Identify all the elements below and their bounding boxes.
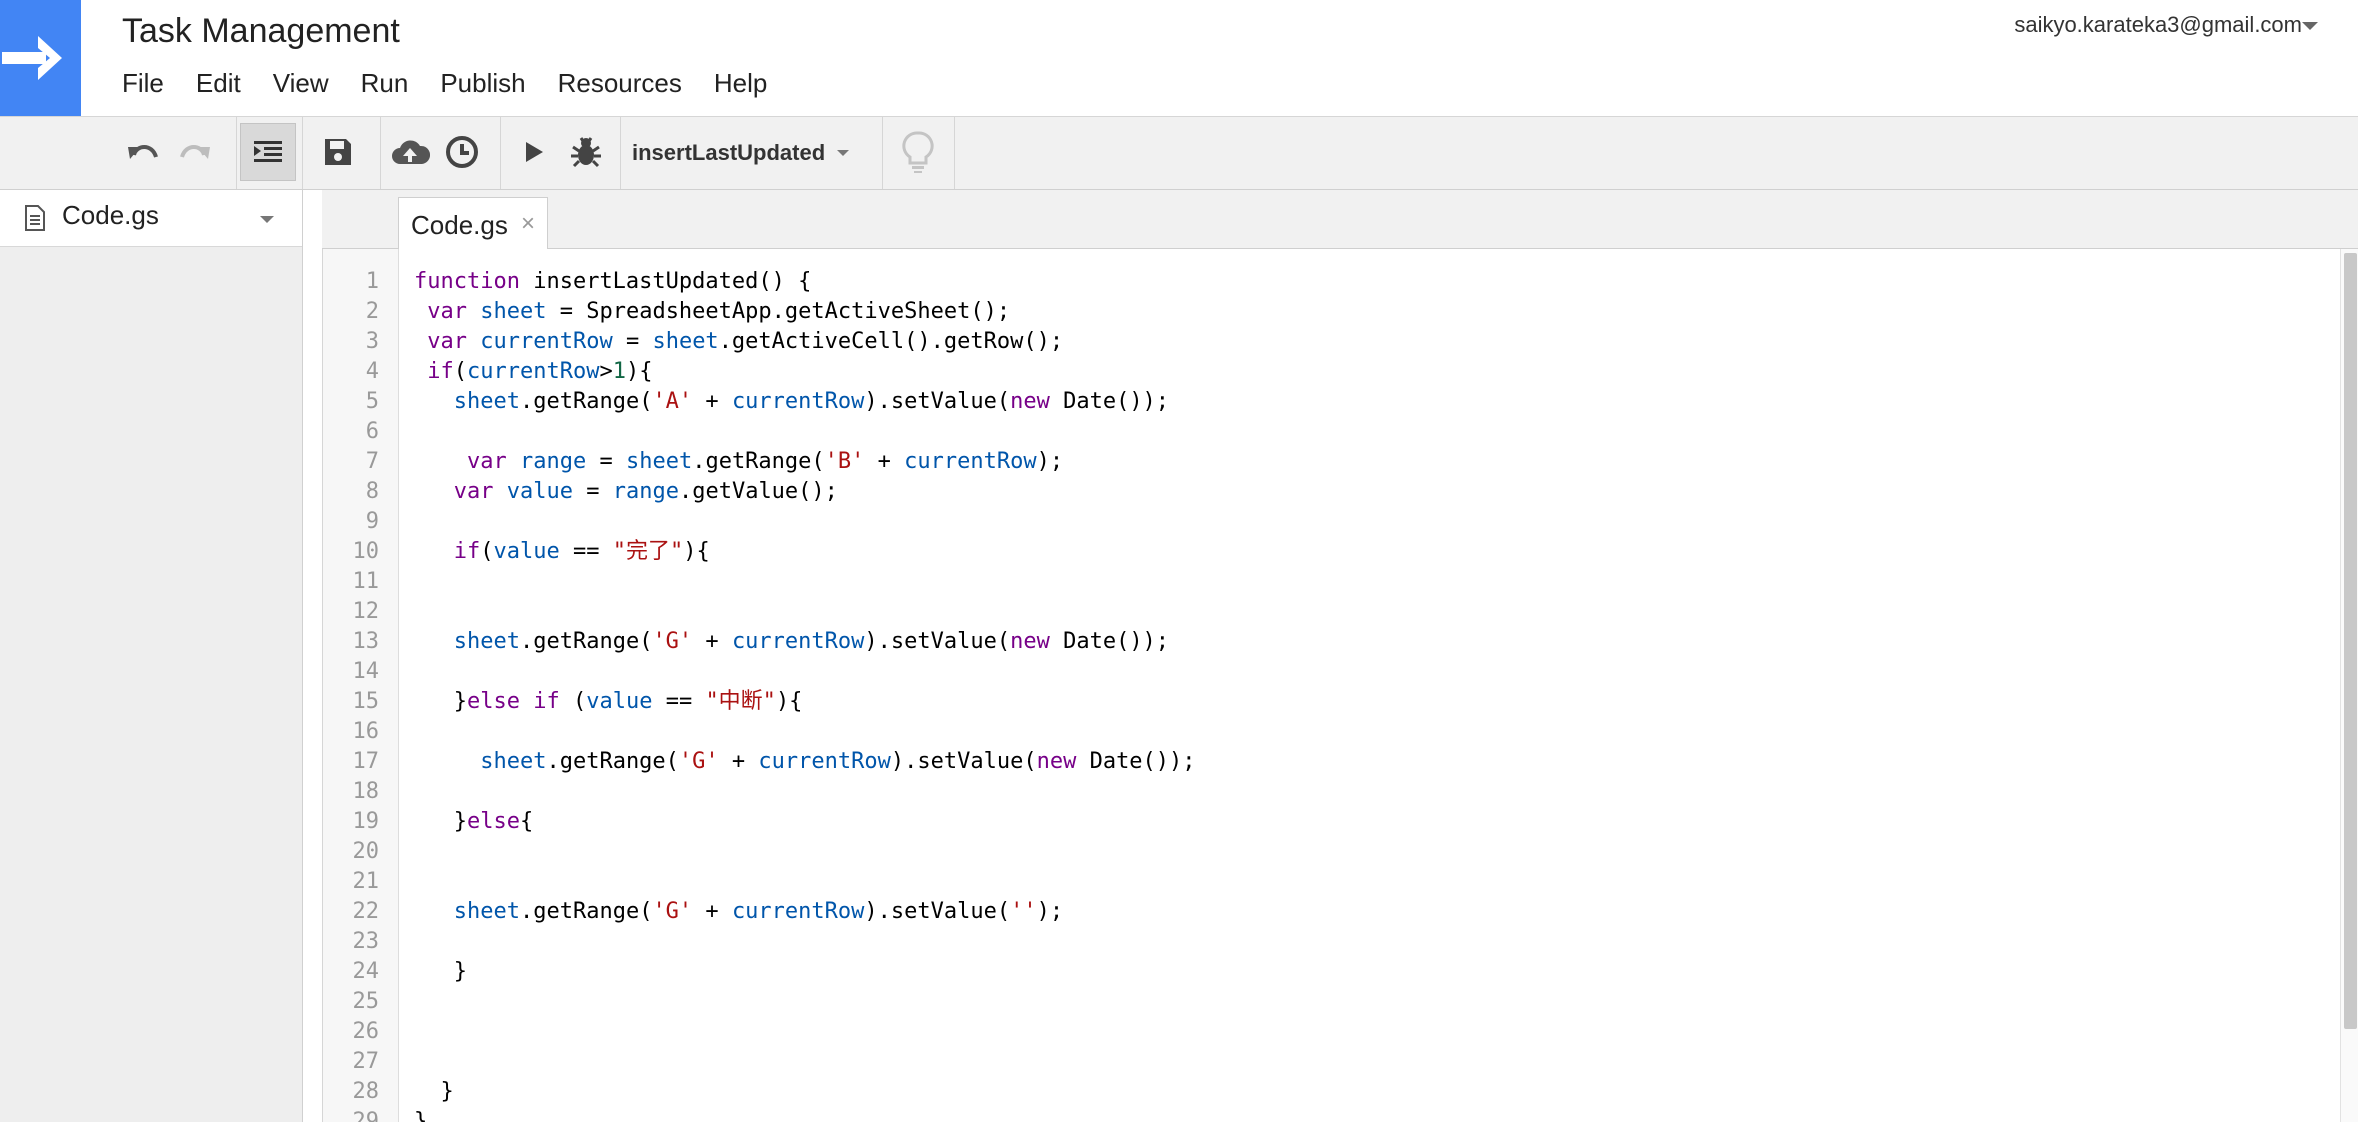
editor-tab-strip: Code.gs ×	[322, 190, 2358, 249]
line-numbers: 1 2 3 4 5 6 7 8 9 10 11 12 13 14 15 16 1…	[352, 269, 380, 1122]
chevron-down-icon	[837, 150, 850, 156]
sidebar-file-item[interactable]: Code.gs	[0, 190, 302, 247]
code-line[interactable]: ​	[414, 507, 1196, 537]
code-line[interactable]: var range = sheet.getRange('B' + current…	[414, 447, 1196, 477]
debug-bug-icon	[571, 137, 601, 168]
undo-button[interactable]	[115, 123, 171, 181]
code-line[interactable]: var sheet = SpreadsheetApp.getActiveShee…	[414, 297, 1196, 327]
code-line[interactable]: if(value == "完了"){	[414, 537, 1196, 567]
menu-file[interactable]: File	[106, 66, 180, 101]
toolbar-divider	[620, 117, 621, 189]
toolbar-divider	[236, 117, 237, 189]
account-email[interactable]: saikyo.karateka3@gmail.com	[2014, 12, 2302, 38]
menu-bar: File Edit View Run Publish Resources Hel…	[106, 66, 783, 101]
triggers-button[interactable]	[434, 123, 490, 181]
menu-run[interactable]: Run	[345, 66, 425, 101]
code-line[interactable]: }else if (value == "中断"){	[414, 687, 1196, 717]
code-line[interactable]: ​	[414, 657, 1196, 687]
code-editor[interactable]: 1 2 3 4 5 6 7 8 9 10 11 12 13 14 15 16 1…	[322, 249, 2358, 1122]
code-line[interactable]: ​	[414, 987, 1196, 1017]
save-icon	[325, 139, 351, 165]
code-line[interactable]: sheet.getRange('G' + currentRow).setValu…	[414, 747, 1195, 777]
project-title[interactable]: Task Management	[122, 12, 400, 51]
code-line[interactable]: ​	[414, 717, 1196, 747]
code-line[interactable]: function insertLastUpdated() {	[414, 267, 1196, 297]
code-line[interactable]: ​	[414, 1047, 1196, 1077]
toolbar-divider	[302, 117, 303, 189]
toolbar-divider	[500, 117, 501, 189]
code-line[interactable]: sheet.getRange('A' + currentRow).setValu…	[414, 387, 1196, 417]
code-line[interactable]: ​	[414, 567, 1196, 597]
tab-code-gs[interactable]: Code.gs ×	[398, 197, 548, 249]
toolbar-divider	[882, 117, 883, 189]
code-line[interactable]: }	[414, 1077, 1196, 1107]
clock-trigger-icon	[446, 136, 478, 168]
account-dropdown-icon[interactable]	[2302, 22, 2318, 30]
code-line[interactable]: var currentRow = sheet.getActiveCell().g…	[414, 327, 1196, 357]
code-line[interactable]: sheet.getRange('G' + currentRow).setValu…	[414, 627, 1196, 657]
code-line[interactable]: ​	[414, 927, 1196, 957]
menu-help[interactable]: Help	[698, 66, 783, 101]
indent-toggle-button[interactable]	[240, 123, 296, 181]
debug-button[interactable]	[558, 123, 614, 181]
function-select[interactable]: insertLastUpdated	[632, 135, 850, 171]
code-line[interactable]: }	[414, 1107, 1196, 1122]
close-icon[interactable]: ×	[521, 210, 535, 238]
document-icon	[25, 205, 45, 231]
toolbar-divider	[380, 117, 381, 189]
code-line[interactable]: var value = range.getValue();	[414, 477, 1196, 507]
code-line[interactable]: ​	[414, 1017, 1196, 1047]
code-line[interactable]: if(currentRow>1){	[414, 357, 1196, 387]
undo-icon	[128, 145, 158, 159]
lightbulb-icon	[902, 131, 934, 173]
redo-button[interactable]	[167, 123, 223, 181]
indent-icon	[254, 141, 282, 162]
toolbar: insertLastUpdated	[0, 117, 2358, 190]
file-sidebar: Code.gs	[0, 190, 303, 1122]
code-line[interactable]: ​	[414, 597, 1196, 627]
sidebar-file-name: Code.gs	[62, 200, 159, 230]
code-line[interactable]: ​	[414, 417, 1196, 447]
apps-script-logo[interactable]	[0, 0, 81, 116]
chevron-down-icon[interactable]	[260, 216, 274, 223]
function-select-value: insertLastUpdated	[632, 140, 826, 165]
line-number-gutter: 1 2 3 4 5 6 7 8 9 10 11 12 13 14 15 16 1…	[323, 249, 399, 1122]
run-icon	[526, 142, 543, 162]
scrollbar-thumb[interactable]	[2344, 253, 2357, 1029]
cloud-upload-icon	[392, 140, 430, 164]
save-button[interactable]	[310, 123, 366, 181]
code-line[interactable]: }else{	[414, 807, 1196, 837]
run-button[interactable]	[506, 123, 562, 181]
menu-resources[interactable]: Resources	[542, 66, 698, 101]
code-line[interactable]: sheet.getRange('G' + currentRow).setValu…	[414, 897, 1196, 927]
deploy-button[interactable]	[382, 123, 438, 181]
suggestions-button[interactable]	[890, 123, 946, 181]
code-line[interactable]: }	[414, 957, 1196, 987]
header: Task Management File Edit View Run Publi…	[0, 0, 2358, 117]
menu-publish[interactable]: Publish	[424, 66, 541, 101]
tab-label: Code.gs	[411, 210, 508, 240]
toolbar-divider	[954, 117, 955, 189]
menu-view[interactable]: View	[257, 66, 345, 101]
code-content[interactable]: function insertLastUpdated() { var sheet…	[414, 267, 1196, 1122]
code-line[interactable]: ​	[414, 867, 1196, 897]
vertical-scrollbar[interactable]	[2340, 249, 2358, 1122]
code-line[interactable]: ​	[414, 777, 1196, 807]
code-line[interactable]: ​	[414, 837, 1196, 867]
redo-icon	[180, 145, 210, 159]
arrow-right-icon	[2, 36, 62, 80]
menu-edit[interactable]: Edit	[180, 66, 257, 101]
